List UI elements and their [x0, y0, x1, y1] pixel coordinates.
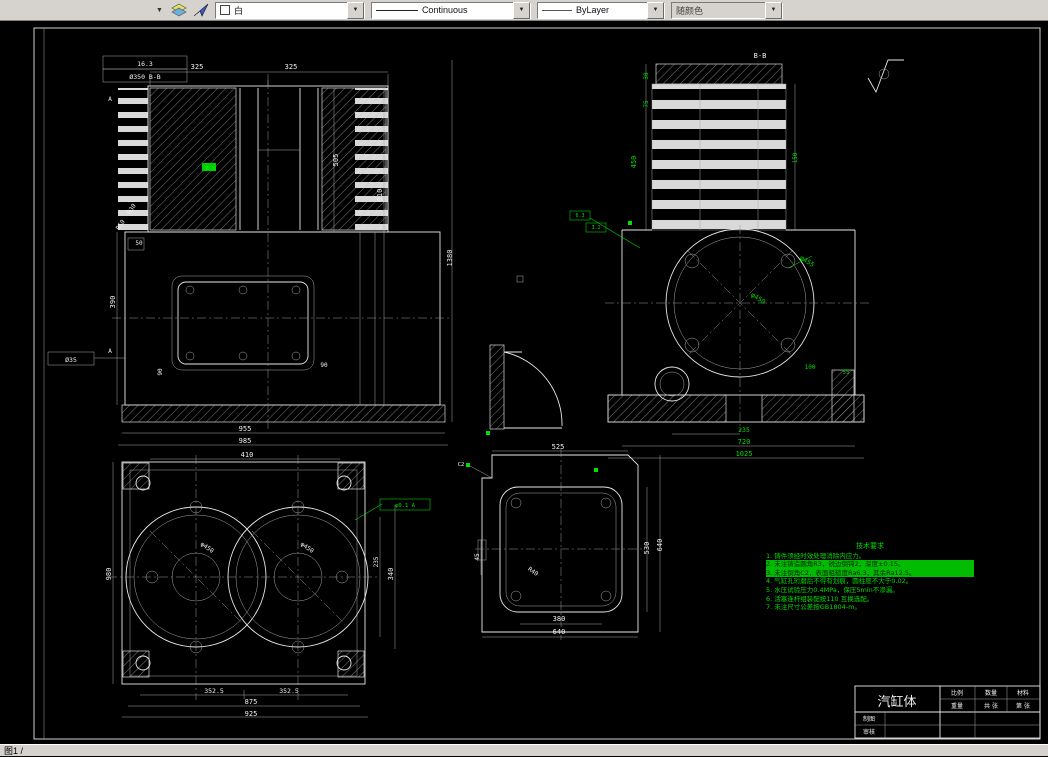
- toolbar: ▼ 白 ▼ Continuous ▼ ByLayer ▼ 随颜色 ▼: [0, 0, 1048, 21]
- color-swatch-icon: [219, 5, 230, 15]
- dim-text: 352.5: [279, 687, 299, 695]
- titleblock-cell: 数量: [985, 689, 997, 697]
- note-line: 2. 未注铸造圆角R3，锐边倒钝2，深度±0.15。: [766, 560, 974, 569]
- dim-text: B-B: [754, 52, 767, 60]
- titleblock-cell: 制图: [863, 715, 875, 723]
- dim-text: C2: [458, 462, 465, 468]
- notes-lines: 1. 铸件须经时效处理消除内应力。 2. 未注铸造圆角R3，锐边倒钝2，深度±0.…: [766, 552, 974, 612]
- toolbar-overflow-arrow-icon[interactable]: ▼: [154, 7, 165, 14]
- dim-text: 875: [245, 698, 258, 706]
- titleblock-cell: 第 张: [1016, 702, 1030, 710]
- grip-point[interactable]: [594, 468, 598, 472]
- layout-tab[interactable]: 图1 /: [4, 744, 23, 757]
- titleblock-cell: 重量: [951, 702, 963, 710]
- dim-text: 450: [630, 156, 638, 169]
- part-name: 汽缸体: [877, 694, 916, 710]
- titleblock-cell: 比例: [951, 689, 963, 697]
- color-combo[interactable]: 白 ▼: [214, 1, 365, 19]
- lineweight-combo[interactable]: ByLayer ▼: [536, 1, 665, 19]
- color-combo-value: 白: [233, 5, 243, 16]
- dim-text: 75: [643, 100, 650, 108]
- linetype-combo[interactable]: Continuous ▼: [370, 1, 531, 19]
- grip-point[interactable]: [628, 221, 632, 225]
- dim-text: 720: [738, 438, 751, 446]
- dim-text: 100: [805, 364, 816, 371]
- dim-text: 380: [553, 615, 566, 623]
- plotstyle-combo-arrow-icon[interactable]: ▼: [764, 1, 782, 19]
- lineweight-combo-value: ByLayer: [575, 5, 609, 15]
- note-line: 4. 气缸孔珩磨后不得有划痕，圆柱度不大于0.02。: [766, 577, 913, 586]
- note-line: 6. 活塞连杆组装配按110 互换选配。: [766, 594, 874, 603]
- dim-text: 925: [245, 710, 258, 718]
- dim-text: 90: [157, 368, 164, 376]
- note-line: 1. 铸件须经时效处理消除内应力。: [766, 551, 866, 560]
- dim-text: 640: [656, 539, 664, 552]
- dim-text: 955: [239, 425, 252, 433]
- grip-point[interactable]: [486, 431, 490, 435]
- ucs-icon[interactable]: [193, 3, 209, 17]
- dim-text: φ0.1 A: [395, 503, 416, 509]
- dim-text: 325: [191, 63, 204, 71]
- dim-text: 340: [387, 568, 395, 581]
- notes-title: 技术要求: [856, 542, 884, 550]
- dim-text: 6.3: [575, 213, 584, 219]
- dim-text: 980: [105, 568, 113, 581]
- note-line: 7. 未注尺寸公差按GB1804-m。: [766, 603, 861, 612]
- dim-text: 55: [842, 369, 850, 376]
- dim-text: 325: [285, 63, 298, 71]
- technical-notes: 技术要求 1. 铸件须经时效处理消除内应力。 2. 未注铸造圆角R3，锐边倒钝2，…: [766, 542, 974, 612]
- dim-text: A: [108, 348, 112, 355]
- titleblock-cell: 共 张: [984, 702, 998, 710]
- dim-text: 30: [643, 72, 650, 80]
- layers-icon[interactable]: [171, 3, 187, 17]
- dim-text: A: [108, 96, 112, 103]
- dim-text: 505: [332, 154, 340, 167]
- dim-text: 235: [738, 426, 750, 434]
- titleblock-cell: 材料: [1017, 689, 1029, 697]
- dim-text: 530: [643, 542, 651, 555]
- dim-text: 390: [109, 296, 117, 309]
- roughness-annotation: 16.3: [137, 60, 153, 68]
- dim-text: 410: [241, 451, 254, 459]
- dim-text: 525: [552, 443, 565, 451]
- color-combo-arrow-icon[interactable]: ▼: [346, 1, 364, 19]
- section-ref-annotation: Ø350 B-B: [129, 73, 160, 81]
- dim-text: 1025: [736, 450, 753, 458]
- note-line: 3. 未注倒角C2，表面粗糙度Ra6.3，其余Ra12.5。: [766, 568, 974, 578]
- grip-point[interactable]: [466, 463, 470, 467]
- linetype-combo-value: Continuous: [421, 5, 468, 15]
- titleblock-cell: 审核: [863, 728, 875, 736]
- lineweight-preview-icon: [541, 9, 572, 11]
- dim-text: 640: [553, 628, 566, 636]
- dim-text: 985: [239, 437, 252, 445]
- dim-text: 235: [373, 556, 380, 567]
- dim-text: 45: [474, 553, 481, 561]
- linetype-preview-icon: [375, 9, 418, 11]
- dim-text: 910: [376, 189, 384, 202]
- plotstyle-combo[interactable]: 随颜色 ▼: [670, 1, 783, 19]
- dim-text: 90: [320, 362, 328, 369]
- cad-viewport[interactable]: 16.3 Ø350 B-B Ø35 汽缸体 比例 数量 材料 重量 共 张 第 …: [0, 0, 1048, 756]
- statusbar: 图1 /: [0, 744, 1048, 756]
- dim-text: 3.2: [591, 225, 600, 231]
- lineweight-combo-arrow-icon[interactable]: ▼: [646, 1, 664, 19]
- dim-text: 352.5: [204, 687, 224, 695]
- dim-text: 50: [135, 240, 143, 247]
- grip-point[interactable]: [205, 166, 209, 170]
- dim-text: 150: [792, 152, 799, 163]
- note-line: 5. 水压试验压力0.4MPa，保压5min不渗漏。: [766, 585, 899, 594]
- plotstyle-combo-value: 随颜色: [675, 5, 703, 16]
- dim-text: 1380: [446, 250, 454, 267]
- hole-label-annotation: Ø35: [65, 356, 77, 364]
- grip-point[interactable]: [212, 166, 216, 170]
- linetype-combo-arrow-icon[interactable]: ▼: [512, 1, 530, 19]
